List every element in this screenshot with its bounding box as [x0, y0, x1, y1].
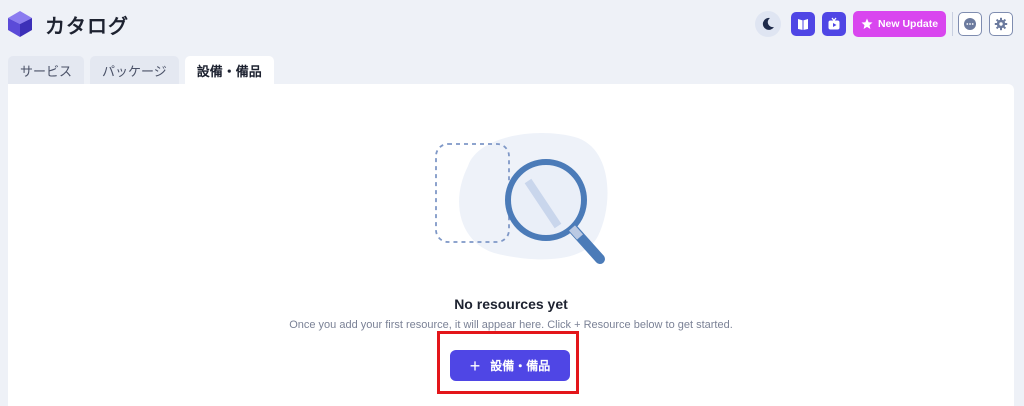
- star-icon: [861, 18, 873, 29]
- gear-icon: [994, 17, 1008, 31]
- header-divider: [952, 12, 953, 36]
- logo-icon: [8, 11, 32, 37]
- theme-toggle-button[interactable]: [755, 11, 781, 37]
- empty-state-title: No resources yet: [454, 296, 568, 312]
- tv-icon: [828, 17, 840, 30]
- tab-equipment[interactable]: 設備・備品: [184, 56, 274, 85]
- book-icon: [798, 19, 808, 30]
- tab-services[interactable]: サービス: [8, 56, 85, 85]
- new-update-button[interactable]: New Update: [853, 11, 946, 37]
- moon-icon: [762, 17, 774, 30]
- docs-button[interactable]: [791, 12, 815, 36]
- tab-packages[interactable]: パッケージ: [90, 56, 179, 85]
- app-header: カタログ New Update: [0, 0, 1024, 50]
- settings-button[interactable]: [989, 12, 1013, 36]
- tab-bar: サービス パッケージ 設備・備品: [8, 56, 274, 85]
- video-button[interactable]: [822, 12, 846, 36]
- empty-state-description: Once you add your first resource, it wil…: [289, 319, 733, 331]
- page-title: カタログ: [45, 16, 129, 38]
- chat-icon: [964, 18, 976, 30]
- highlight-box: [437, 331, 579, 394]
- chat-button[interactable]: [958, 12, 982, 36]
- empty-search-illustration: [435, 133, 608, 264]
- new-update-label: New Update: [877, 18, 939, 30]
